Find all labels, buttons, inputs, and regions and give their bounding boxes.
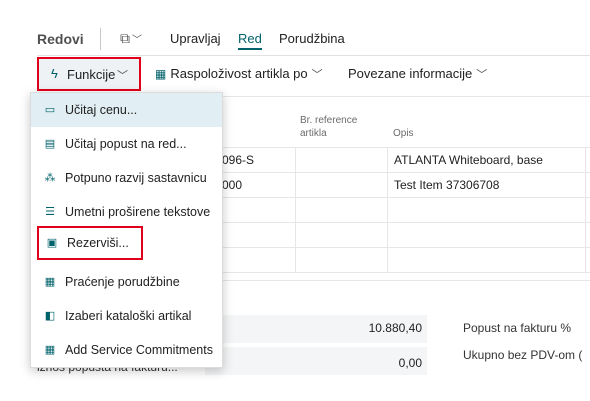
lightning-icon: ϟ [51, 66, 58, 81]
divider [100, 28, 101, 50]
menu-item-label: Učitaj popust na red... [65, 137, 187, 151]
grid-line [205, 247, 590, 248]
divider [37, 55, 590, 56]
section-title: Redovi [37, 31, 84, 47]
reserve-icon: ▣ [46, 237, 58, 249]
chevron-down-icon: ﹀ [117, 70, 128, 82]
menu-item-load-line-discount[interactable]: ▤ Učitaj popust na red... [31, 127, 222, 161]
grid-line [205, 222, 590, 223]
row-number[interactable]: 000 [222, 178, 242, 192]
availability-grid-icon: ▦ [155, 67, 167, 81]
item-availability-button[interactable]: ▦ Raspoloživost artikla po ﹀ [155, 66, 323, 82]
grid-line [205, 272, 590, 273]
lines-tab-bar: Redovi ⧉ ﹀ Upravljaj Red Porudžbina [0, 22, 590, 56]
related-info-label: Povezane informacije [348, 66, 473, 81]
row-description[interactable]: Test Item 37306708 [394, 178, 499, 192]
order-tracking-icon: ▦ [44, 276, 56, 288]
availability-label: Raspoloživost artikla po [170, 66, 308, 81]
invoice-discount-value[interactable]: 0,00 [362, 356, 422, 370]
menu-item-explode-bom[interactable]: ⁂ Potpuno razvij sastavnicu [31, 161, 222, 195]
row-number[interactable]: 096-S [222, 153, 254, 167]
header-line: Br. reference [300, 115, 358, 126]
menu-item-label: Rezerviši... [67, 236, 129, 250]
functions-label: Funkcije [67, 67, 116, 82]
menu-item-insert-ext-texts[interactable]: ☰ Umetni proširene tekstove [31, 195, 222, 229]
functions-button[interactable]: ϟ Funkcije ﹀ [37, 57, 141, 91]
discount-icon: ▤ [44, 138, 56, 150]
invoice-discount-percent-label: Popust na fakturu % [463, 321, 572, 335]
menu-item-load-price[interactable]: ▭ Učitaj cenu... [31, 93, 222, 127]
menu-item-order-tracking[interactable]: ▦ Praćenje porudžbine [31, 265, 222, 299]
chevron-down-icon: ﹀ [311, 69, 323, 81]
service-grid-icon: ▦ [44, 344, 56, 356]
related-info-button[interactable]: Povezane informacije ﹀ [348, 66, 487, 82]
column-header-reference: Br. reference artikla [300, 114, 357, 140]
menu-item-label: Izaberi kataloški artikal [65, 309, 192, 323]
header-line: artikla [300, 128, 327, 139]
subtotal-value: 10.880,40 [368, 321, 422, 335]
table-row[interactable]: 096-S ATLANTA Whiteboard, base [205, 147, 590, 172]
menu-item-reserve[interactable]: ▣ Rezerviši... [37, 226, 143, 260]
functions-menu: ▭ Učitaj cenu... ▤ Učitaj popust na red.… [30, 92, 223, 368]
text-lines-icon: ☰ [45, 206, 55, 218]
table-row[interactable]: 000 Test Item 37306708 [205, 172, 590, 197]
tab-upravljaj[interactable]: Upravljaj [170, 31, 221, 46]
row-description[interactable]: ATLANTA Whiteboard, base [394, 153, 543, 167]
tab-red[interactable]: Red [238, 31, 262, 50]
menu-item-select-catalog[interactable]: ◧ Izaberi kataloški artikal [31, 299, 222, 333]
catalog-icon: ◧ [44, 310, 56, 322]
menu-item-label: Potpuno razvij sastavnicu [65, 171, 207, 185]
column-header-description: Opis [393, 128, 414, 139]
menu-item-label: Praćenje porudžbine [65, 275, 180, 289]
grid-line [205, 197, 590, 198]
hierarchy-icon: ⁂ [44, 172, 56, 184]
tab-porudzbina[interactable]: Porudžbina [279, 31, 345, 46]
menu-item-label: Add Service Commitments [65, 343, 213, 357]
view-options-icon[interactable]: ⧉ ﹀ [120, 30, 142, 47]
chevron-down-icon: ﹀ [476, 69, 488, 81]
total-excl-vat-label: Ukupno bez PDV-om ( [463, 348, 583, 362]
menu-item-label: Učitaj cenu... [65, 103, 138, 117]
price-tag-icon: ▭ [44, 104, 56, 116]
menu-item-label: Umetni proširene tekstove [65, 205, 211, 219]
menu-item-add-service-commitments[interactable]: ▦ Add Service Commitments [31, 333, 222, 367]
